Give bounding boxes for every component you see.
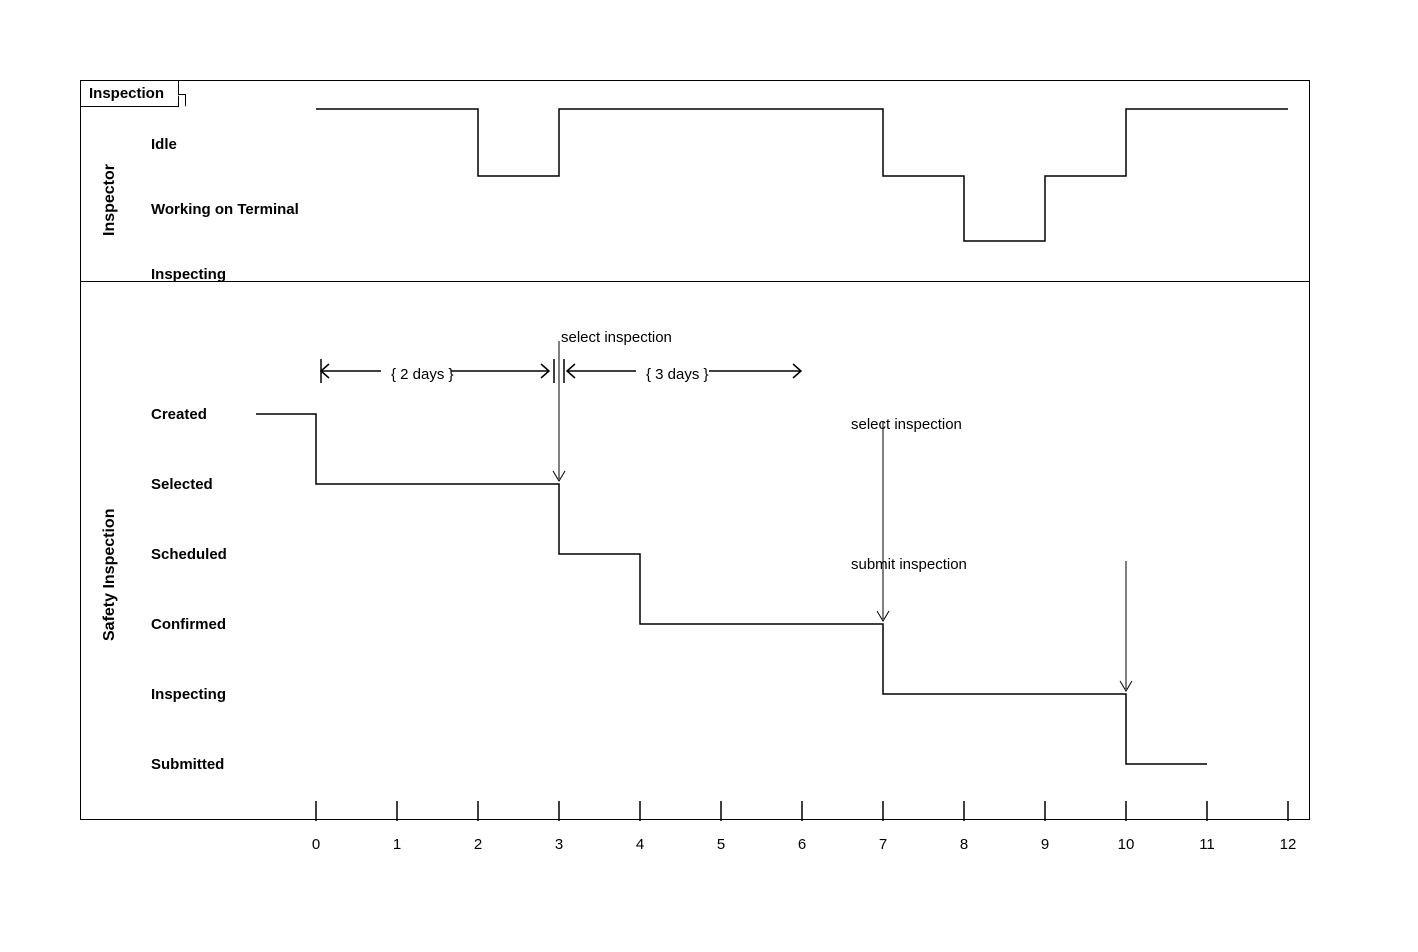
event-select-1: select inspection bbox=[561, 329, 672, 346]
tick-label: 7 bbox=[868, 836, 898, 853]
diagram-title: Inspection bbox=[81, 81, 179, 107]
state-safety-confirmed: Confirmed bbox=[151, 616, 226, 633]
tick-label: 4 bbox=[625, 836, 655, 853]
tick-label: 6 bbox=[787, 836, 817, 853]
duration-label-2: { 3 days } bbox=[646, 366, 709, 383]
tick-label: 10 bbox=[1111, 836, 1141, 853]
tick-label: 3 bbox=[544, 836, 574, 853]
duration-label-1: { 2 days } bbox=[391, 366, 454, 383]
tick-label: 11 bbox=[1192, 836, 1222, 853]
state-safety-created: Created bbox=[151, 406, 207, 423]
diagram-lines bbox=[81, 81, 1311, 821]
tick-label: 5 bbox=[706, 836, 736, 853]
lane-label-safety: Safety Inspection bbox=[101, 509, 119, 641]
tick-label: 9 bbox=[1030, 836, 1060, 853]
state-safety-submitted: Submitted bbox=[151, 756, 224, 773]
state-safety-scheduled: Scheduled bbox=[151, 546, 227, 563]
state-safety-selected: Selected bbox=[151, 476, 213, 493]
tick-label: 1 bbox=[382, 836, 412, 853]
event-select-2: select inspection bbox=[851, 416, 962, 433]
lane-label-inspector: Inspector bbox=[101, 164, 119, 236]
tick-label: 0 bbox=[301, 836, 331, 853]
lane-divider bbox=[81, 281, 1309, 282]
state-safety-inspecting: Inspecting bbox=[151, 686, 226, 703]
event-submit: submit inspection bbox=[851, 556, 967, 573]
state-inspector-idle: Idle bbox=[151, 136, 177, 153]
tick-label: 8 bbox=[949, 836, 979, 853]
state-inspector-working: Working on Terminal bbox=[151, 201, 299, 218]
tick-label: 2 bbox=[463, 836, 493, 853]
tick-label: 12 bbox=[1273, 836, 1303, 853]
timing-diagram: Inspection Inspector Idle Working on Ter… bbox=[80, 80, 1310, 820]
